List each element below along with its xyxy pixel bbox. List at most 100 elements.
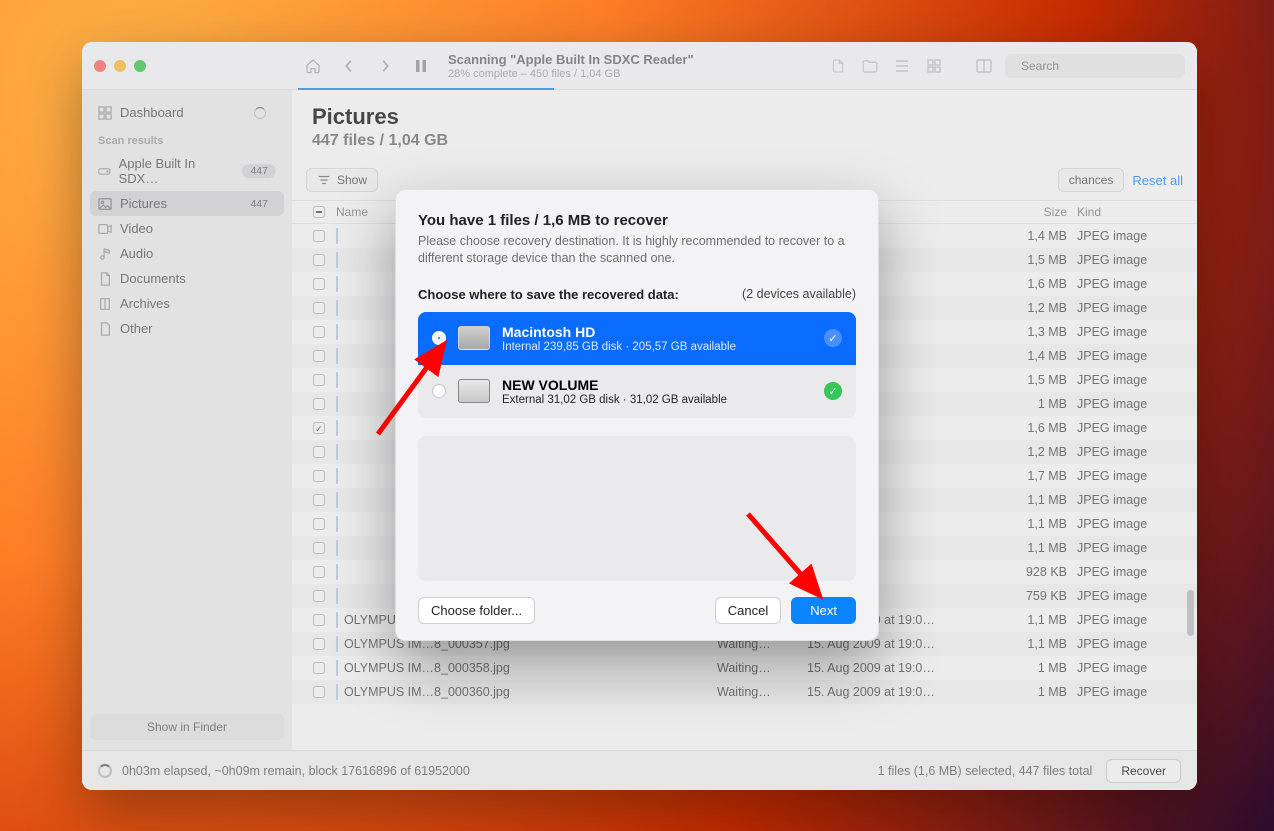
dashboard-icon: [98, 106, 112, 120]
device-detail: External 31,02 GB disk · 31,02 GB availa…: [502, 394, 812, 406]
sidebar-item-label: Video: [120, 221, 153, 236]
select-all-checkbox[interactable]: [313, 206, 325, 218]
cell-size: 928 KB: [987, 565, 1077, 579]
external-disk-icon: [458, 379, 490, 403]
file-type-icon: [336, 612, 338, 628]
cell-size: 1,5 MB: [987, 253, 1077, 267]
file-type-icon: [336, 660, 338, 676]
sidebar-item-documents[interactable]: Documents: [90, 266, 284, 291]
cell-kind: JPEG image: [1077, 469, 1187, 483]
row-checkbox[interactable]: [313, 254, 325, 266]
cell-size: 1,6 MB: [987, 421, 1077, 435]
sidebar-item-audio[interactable]: Audio: [90, 241, 284, 266]
file-type-icon: [336, 276, 338, 292]
grid-view-icon[interactable]: [923, 55, 945, 77]
document-icon: [98, 272, 112, 286]
other-icon: [98, 322, 112, 336]
row-checkbox[interactable]: [313, 326, 325, 338]
table-row[interactable]: OLYMPUS IM…8_000360.jpgWaiting…15. Aug 2…: [292, 680, 1197, 704]
list-view-icon[interactable]: [891, 55, 913, 77]
cell-size: 1,2 MB: [987, 445, 1077, 459]
search-field[interactable]: [1005, 54, 1185, 78]
col-kind[interactable]: Kind: [1077, 205, 1187, 219]
status-bar: 0h03m elapsed, ~0h09m remain, block 1761…: [82, 750, 1197, 790]
table-row[interactable]: OLYMPUS IM…8_000358.jpgWaiting…15. Aug 2…: [292, 656, 1197, 680]
cancel-button[interactable]: Cancel: [715, 597, 781, 624]
row-checkbox[interactable]: [313, 230, 325, 242]
file-type-icon: [336, 372, 338, 388]
row-checkbox[interactable]: [313, 590, 325, 602]
next-button[interactable]: Next: [791, 597, 856, 624]
device-option-new-volume[interactable]: NEW VOLUME External 31,02 GB disk · 31,0…: [418, 365, 856, 418]
home-button[interactable]: [302, 55, 324, 77]
row-checkbox[interactable]: [313, 542, 325, 554]
scanning-title: Scanning "Apple Built In SDXC Reader": [448, 52, 827, 67]
row-checkbox[interactable]: [313, 398, 325, 410]
col-size[interactable]: Size: [987, 205, 1077, 219]
new-file-icon[interactable]: [827, 55, 849, 77]
row-checkbox[interactable]: [313, 638, 325, 650]
sidebar-item-label: Other: [120, 321, 153, 336]
status-right: 1 files (1,6 MB) selected, 447 files tot…: [878, 764, 1093, 778]
sidebar-item-label: Audio: [120, 246, 153, 261]
cell-kind: JPEG image: [1077, 349, 1187, 363]
choose-folder-button[interactable]: Choose folder...: [418, 597, 535, 624]
folder-icon[interactable]: [859, 55, 881, 77]
cell-kind: JPEG image: [1077, 421, 1187, 435]
row-checkbox[interactable]: [313, 374, 325, 386]
cell-kind: JPEG image: [1077, 541, 1187, 555]
cell-kind: JPEG image: [1077, 493, 1187, 507]
scrollbar-thumb[interactable]: [1187, 590, 1194, 636]
row-checkbox[interactable]: [313, 278, 325, 290]
search-input[interactable]: [1021, 59, 1176, 73]
chances-filter-chip[interactable]: chances: [1058, 168, 1125, 192]
row-checkbox[interactable]: [313, 566, 325, 578]
check-icon: ✓: [824, 382, 842, 400]
window-zoom-button[interactable]: [134, 60, 146, 72]
audio-icon: [98, 247, 112, 261]
pause-scan-button[interactable]: [410, 55, 432, 77]
device-radio[interactable]: [432, 331, 446, 345]
row-checkbox[interactable]: [313, 350, 325, 362]
row-checkbox[interactable]: [313, 422, 325, 434]
sidebar-item-other[interactable]: Other: [90, 316, 284, 341]
show-filter-chip[interactable]: Show: [306, 168, 378, 192]
cell-size: 759 KB: [987, 589, 1077, 603]
row-checkbox[interactable]: [313, 302, 325, 314]
sidebar-dashboard-label: Dashboard: [120, 105, 184, 120]
filter-icon: [317, 174, 331, 186]
sidebar-item-pictures[interactable]: Pictures 447: [90, 191, 284, 216]
device-detail: Internal 239,85 GB disk · 205,57 GB avai…: [502, 341, 812, 353]
titlebar: Scanning "Apple Built In SDXC Reader" 28…: [82, 42, 1197, 90]
forward-button[interactable]: [374, 55, 396, 77]
device-name: NEW VOLUME: [502, 377, 812, 393]
row-checkbox[interactable]: [313, 494, 325, 506]
sidebar-dashboard[interactable]: Dashboard: [90, 100, 284, 125]
cell-kind: JPEG image: [1077, 253, 1187, 267]
window-minimize-button[interactable]: [114, 60, 126, 72]
device-option-macintosh-hd[interactable]: Macintosh HD Internal 239,85 GB disk · 2…: [418, 312, 856, 365]
cell-size: 1,6 MB: [987, 277, 1077, 291]
recover-button[interactable]: Recover: [1106, 759, 1181, 783]
row-checkbox[interactable]: [313, 518, 325, 530]
cell-size: 1,1 MB: [987, 517, 1077, 531]
sidebar-item-archives[interactable]: Archives: [90, 291, 284, 316]
file-type-icon: [336, 564, 338, 580]
show-in-finder-button[interactable]: Show in Finder: [90, 714, 284, 740]
status-spinner-icon: [98, 764, 112, 778]
reset-all-link[interactable]: Reset all: [1132, 173, 1183, 188]
device-radio[interactable]: [432, 384, 446, 398]
cell-kind: JPEG image: [1077, 661, 1187, 675]
row-checkbox[interactable]: [313, 614, 325, 626]
sidebar-item-device[interactable]: Apple Built In SDX… 447: [90, 151, 284, 191]
cell-name: OLYMPUS IM…8_000360.jpg: [336, 685, 717, 699]
window-mode-icon[interactable]: [973, 55, 995, 77]
row-checkbox[interactable]: [313, 686, 325, 698]
scan-progress-bar: [298, 88, 554, 90]
window-close-button[interactable]: [94, 60, 106, 72]
row-checkbox[interactable]: [313, 446, 325, 458]
row-checkbox[interactable]: [313, 662, 325, 674]
sidebar-item-video[interactable]: Video: [90, 216, 284, 241]
row-checkbox[interactable]: [313, 470, 325, 482]
back-button[interactable]: [338, 55, 360, 77]
